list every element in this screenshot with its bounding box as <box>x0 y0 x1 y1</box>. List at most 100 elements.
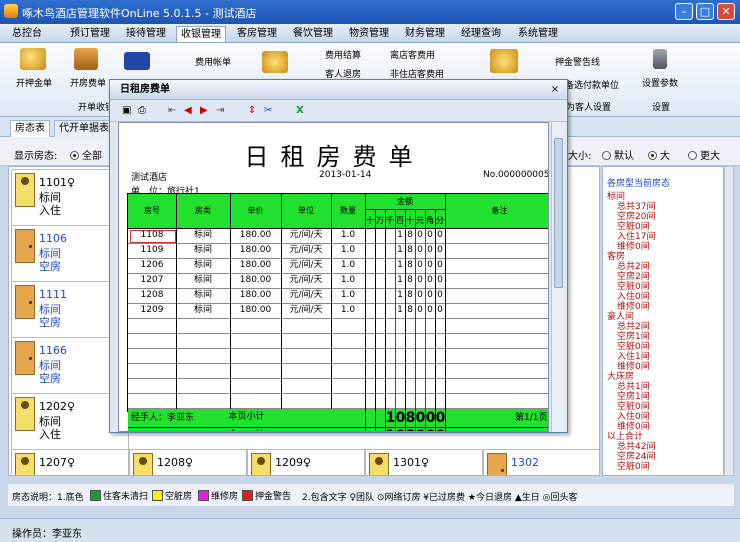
row-type: 标间 <box>193 260 212 270</box>
col-qty: 数量 <box>340 206 356 215</box>
divider <box>128 318 548 319</box>
report-paper: 日租房费单 测试酒店 2013-01-14 No.0000000050 单 位：… <box>118 122 549 432</box>
report-scrollbar[interactable] <box>551 122 565 432</box>
menu-catering[interactable]: 餐饮管理 <box>289 26 337 42</box>
divider <box>375 209 376 431</box>
menu-dashboard[interactable]: 总控台 <box>8 26 46 42</box>
stats-scrollbar[interactable] <box>724 166 734 476</box>
row-type: 标间 <box>193 230 212 240</box>
excel-icon[interactable]: X <box>296 104 304 118</box>
open-room-fee-button[interactable]: 开房费单 <box>70 76 106 89</box>
tab-room-status[interactable]: 房态表 <box>10 120 50 137</box>
menu-rooms[interactable]: 客房管理 <box>233 26 281 42</box>
row-amount-digit: 0 <box>437 275 443 285</box>
settings-icon[interactable]: ✂ <box>264 104 272 118</box>
room-card[interactable]: 1209♀ <box>247 449 365 475</box>
room-card[interactable]: 1302 <box>483 449 599 475</box>
room-stats-panel: 各房型当前房态 标间 总共37间 空房20间 空脏0间 入住17间 维修0间 客房 总共2间空… <box>602 166 724 476</box>
row-amount-digit: 8 <box>407 275 413 285</box>
row-type: 标间 <box>193 275 212 285</box>
digit-header: 万 <box>376 216 384 225</box>
status-bar: 操作员：李亚东 <box>0 518 740 542</box>
fee-account-button[interactable]: 费用帐单 <box>195 55 231 68</box>
room-card[interactable]: 1207♀ <box>11 449 129 475</box>
room-card[interactable]: 1208♀ <box>129 449 247 475</box>
digit-header: 百 <box>396 216 404 225</box>
legend-label: 房态说明：1.底色 <box>12 493 84 503</box>
maximize-button[interactable]: □ <box>696 3 714 20</box>
menu-manager[interactable]: 经理查询 <box>457 26 505 42</box>
page-indicator: 第1/1页 <box>515 413 548 423</box>
operator-label: 操作员：李亚东 <box>12 529 82 540</box>
row-amount-digit: 8 <box>407 245 413 255</box>
settings-button[interactable]: 设置参数 <box>642 76 678 89</box>
row-unit: 元/间/天 <box>289 305 323 315</box>
selected-cell <box>130 230 176 243</box>
save-icon[interactable]: ▣ <box>122 104 131 118</box>
row-room: 1206 <box>140 260 164 270</box>
window-title: 啄木鸟酒店管理软件OnLine 5.0.1.5 - 测试酒店 <box>22 7 257 20</box>
more-icon[interactable] <box>124 52 150 70</box>
menu-materials[interactable]: 物资管理 <box>345 26 393 42</box>
deposit-alert-button[interactable]: 押金警告线 <box>555 55 600 68</box>
row-amount-digit: 0 <box>437 305 443 315</box>
prepay-unit-button[interactable]: 备选付款单位 <box>565 78 619 91</box>
digit-header: 十 <box>406 216 414 225</box>
filter-all-radio[interactable]: 全部 <box>70 147 102 162</box>
row-amount-digit: 0 <box>417 305 423 315</box>
menu-booking[interactable]: 预订管理 <box>66 26 114 42</box>
digit-header: 十 <box>366 216 374 225</box>
col-type: 房类 <box>195 206 211 215</box>
dialog-close-button[interactable]: × <box>549 84 561 96</box>
row-amount-digit: 0 <box>417 245 423 255</box>
menu-finance[interactable]: 财务管理 <box>401 26 449 42</box>
size-larger-radio[interactable]: 更大 <box>688 147 720 162</box>
legend-item: 空脏房 <box>148 489 192 502</box>
menu-reception[interactable]: 接待管理 <box>122 26 170 42</box>
money-icon <box>490 49 518 73</box>
legend-symbols: 2.包含文字 ♀团队 ⊙网络订房 ¥已过房费 ★今日退房 ▲生日 ◎回头客 <box>302 493 578 503</box>
size-label: 大小: <box>568 151 592 162</box>
menu-cashier[interactable]: 收银管理 <box>176 26 226 42</box>
room-status: 空房 <box>39 372 61 385</box>
row-qty: 1.0 <box>340 305 356 315</box>
next-page-icon[interactable]: ▶ <box>200 104 208 118</box>
size-default-radio[interactable]: 默认 <box>602 147 634 162</box>
divider <box>128 363 548 364</box>
size-large-radio[interactable]: 大 <box>648 147 670 162</box>
row-unit: 元/间/天 <box>289 230 323 240</box>
row-amount-digit: 8 <box>407 290 413 300</box>
row-type: 标间 <box>193 290 212 300</box>
magenta-swatch <box>198 490 209 501</box>
tab-pending-docs[interactable]: 代开单据表 <box>54 120 114 137</box>
minimize-button[interactable]: – <box>675 3 693 20</box>
last-page-icon[interactable]: ⇥ <box>216 104 224 118</box>
row-qty: 1.0 <box>340 260 356 270</box>
open-deposit-button[interactable]: 开押金单 <box>16 76 52 89</box>
divider <box>365 194 366 431</box>
room-number: 1111 <box>39 288 67 301</box>
door-icon <box>15 341 35 375</box>
row-amount-digit: 1 <box>397 230 403 240</box>
row-amount-digit: 0 <box>417 260 423 270</box>
first-page-icon[interactable]: ⇤ <box>168 104 176 118</box>
prev-page-icon[interactable]: ◀ <box>184 104 192 118</box>
zoom-icon[interactable]: ⇕ <box>248 104 256 118</box>
room-card[interactable]: 1301♀ <box>365 449 483 475</box>
door-icon <box>487 453 507 475</box>
print-icon[interactable]: ⎙ <box>138 104 146 118</box>
divider <box>425 209 426 431</box>
settle-button[interactable]: 费用结算 <box>325 48 361 61</box>
wrench-icon <box>653 49 667 69</box>
close-button[interactable]: ✕ <box>717 3 735 20</box>
row-amount-digit: 0 <box>417 230 423 240</box>
row-amount-digit: 0 <box>437 245 443 255</box>
col-room: 房号 <box>144 206 160 215</box>
menu-system[interactable]: 系统管理 <box>514 26 562 42</box>
scroll-thumb[interactable] <box>554 138 563 288</box>
row-price: 180.00 <box>239 260 272 270</box>
digit-header: 千 <box>386 216 394 225</box>
door-icon <box>15 229 35 263</box>
leave-guest-fee-button[interactable]: 离店客费用 <box>390 48 435 61</box>
dialog-title: 日租房费单 <box>110 80 567 100</box>
